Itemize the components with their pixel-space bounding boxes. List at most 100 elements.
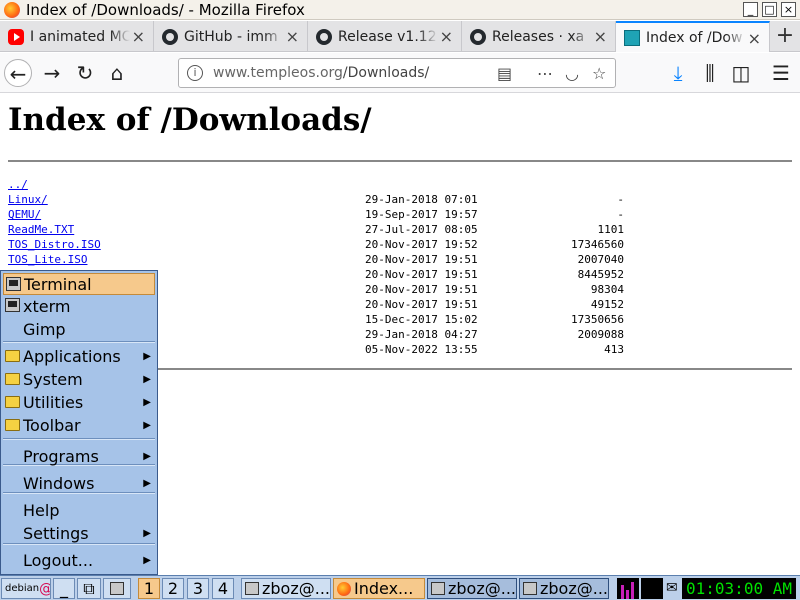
file-link[interactable]: Linux/ xyxy=(8,192,48,207)
home-button[interactable]: ⌂ xyxy=(103,59,131,87)
file-link[interactable]: TOS_Lite.ISO xyxy=(8,252,87,267)
menu-item-logout[interactable]: Logout... ▶ xyxy=(3,549,155,571)
new-tab-button[interactable]: + xyxy=(770,21,800,52)
task-button-active[interactable]: Index... xyxy=(333,578,425,599)
terminal-icon xyxy=(245,582,259,595)
youtube-icon xyxy=(8,28,24,45)
tab-active[interactable]: Index of /Dow × xyxy=(616,21,770,52)
reload-button[interactable]: ↻ xyxy=(71,59,99,87)
submenu-arrow-icon: ▶ xyxy=(143,373,151,385)
file-date: 20-Nov-2017 19:51 xyxy=(365,283,478,296)
file-link[interactable]: QEMU/ xyxy=(8,207,41,222)
menu-separator xyxy=(3,438,155,440)
close-tab-icon[interactable]: × xyxy=(594,27,607,46)
pocket-icon[interactable]: ◡ xyxy=(565,64,579,83)
menu-item-label: Utilities xyxy=(23,392,84,412)
desktop: Index of /Downloads/ - Mozilla Firefox _… xyxy=(0,0,800,600)
tab-label: I animated MC xyxy=(30,28,130,45)
terminal-launcher-button[interactable] xyxy=(103,578,131,599)
tab[interactable]: Releases · xa × xyxy=(462,21,616,52)
tab[interactable]: I animated MC × xyxy=(0,21,154,52)
terminal-icon xyxy=(5,298,20,312)
menu-item-terminal[interactable]: Terminal xyxy=(3,273,155,295)
file-size: - xyxy=(617,193,624,206)
github-icon xyxy=(316,28,332,45)
listing-row: ../ xyxy=(8,177,708,192)
url-text[interactable]: www.templeos.org/Downloads/ xyxy=(213,65,429,81)
show-desktop-button[interactable]: _ xyxy=(53,578,75,599)
listing-row: TOS_Distro.ISO 20-Nov-2017 19:52 17346560 xyxy=(8,237,708,252)
url-bar[interactable]: i www.templeos.org/Downloads/ ▤ ⋯ ◡ ☆ xyxy=(178,58,616,88)
page-actions-icon[interactable]: ⋯ xyxy=(537,64,553,83)
file-link[interactable]: TOS_Distro.ISO xyxy=(8,237,101,252)
close-button[interactable]: × xyxy=(781,2,796,17)
submenu-arrow-icon: ▶ xyxy=(143,527,151,539)
menu-item-gimp[interactable]: Gimp xyxy=(3,318,155,340)
window-list-icon: ⧉ xyxy=(83,578,95,598)
tab-label: Index of /Dow xyxy=(646,29,743,46)
library-icon[interactable]: ⫼ xyxy=(696,59,724,87)
workspace-button[interactable]: 2 xyxy=(162,578,184,599)
taskbar: debian@ _ ⧉ 1 2 3 4 zboz@... Index... zb… xyxy=(0,575,800,600)
github-icon xyxy=(162,28,178,45)
tab[interactable]: GitHub - imm × xyxy=(154,21,308,52)
file-link[interactable]: ../ xyxy=(8,177,28,192)
menu-item-help[interactable]: Help xyxy=(3,499,155,521)
menu-item-label: xterm xyxy=(23,296,71,316)
file-size: 98304 xyxy=(590,283,624,296)
menu-item-xterm[interactable]: xterm xyxy=(3,295,155,317)
start-button[interactable]: debian@ xyxy=(1,578,51,599)
window-list-button[interactable]: ⧉ xyxy=(77,578,101,599)
file-link[interactable]: ReadMe.TXT xyxy=(8,222,74,237)
submenu-arrow-icon: ▶ xyxy=(143,477,151,489)
menu-item-label: System xyxy=(23,369,83,389)
tab-label: Releases · xa xyxy=(492,28,585,45)
workspace-button[interactable]: 4 xyxy=(212,578,234,599)
forward-button[interactable]: → xyxy=(38,59,66,87)
close-tab-icon[interactable]: × xyxy=(286,27,299,46)
minimize-button[interactable]: _ xyxy=(743,2,758,17)
task-button[interactable]: zboz@... xyxy=(241,578,331,599)
workspace-button[interactable]: 3 xyxy=(187,578,209,599)
mail-icon[interactable]: ✉ xyxy=(666,580,678,596)
window-titlebar[interactable]: Index of /Downloads/ - Mozilla Firefox _… xyxy=(0,0,800,20)
menu-item-programs[interactable]: Programs ▶ xyxy=(3,445,155,467)
clock[interactable]: 01:03:00 AM xyxy=(682,578,796,599)
file-date: 19-Sep-2017 19:57 xyxy=(365,208,478,221)
tab[interactable]: Release v1.12 × xyxy=(308,21,462,52)
folder-icon xyxy=(5,373,20,385)
menu-item-utilities[interactable]: Utilities ▶ xyxy=(3,391,155,413)
cpu-monitor-graph xyxy=(617,578,639,599)
task-button[interactable]: zboz@... xyxy=(519,578,609,599)
menu-item-toolbar[interactable]: Toolbar ▶ xyxy=(3,414,155,436)
file-date: 20-Nov-2017 19:52 xyxy=(365,238,478,251)
menu-item-settings[interactable]: Settings ▶ xyxy=(3,522,155,544)
reader-view-icon[interactable]: ▤ xyxy=(497,64,512,83)
file-size: - xyxy=(617,208,624,221)
close-tab-icon[interactable]: × xyxy=(132,27,145,46)
menu-item-applications[interactable]: Applications ▶ xyxy=(3,345,155,367)
close-tab-icon[interactable]: × xyxy=(440,27,453,46)
sidebar-icon[interactable]: ◫ xyxy=(727,59,755,87)
submenu-arrow-icon: ▶ xyxy=(143,350,151,362)
bookmark-star-icon[interactable]: ☆ xyxy=(592,64,606,83)
debian-swirl-icon: @ xyxy=(39,581,50,597)
task-button[interactable]: zboz@... xyxy=(427,578,517,599)
folder-icon xyxy=(5,350,20,362)
menu-separator xyxy=(3,341,155,343)
menu-item-windows[interactable]: Windows ▶ xyxy=(3,472,155,494)
info-icon[interactable]: i xyxy=(187,65,203,81)
terminal-icon xyxy=(431,582,445,595)
menu-item-system[interactable]: System ▶ xyxy=(3,368,155,390)
workspace-button[interactable]: 1 xyxy=(138,578,160,599)
file-date: 05-Nov-2022 13:55 xyxy=(365,343,478,356)
menu-icon[interactable]: ☰ xyxy=(767,59,795,87)
file-date: 29-Jan-2018 04:27 xyxy=(365,328,478,341)
maximize-button[interactable]: □ xyxy=(762,2,777,17)
submenu-arrow-icon: ▶ xyxy=(143,554,151,566)
close-tab-icon[interactable]: × xyxy=(748,29,761,48)
downloads-icon[interactable]: ⤓ xyxy=(664,59,692,87)
file-date: 15-Dec-2017 15:02 xyxy=(365,313,478,326)
back-button[interactable]: ← xyxy=(4,59,32,87)
firefox-icon xyxy=(4,1,20,18)
